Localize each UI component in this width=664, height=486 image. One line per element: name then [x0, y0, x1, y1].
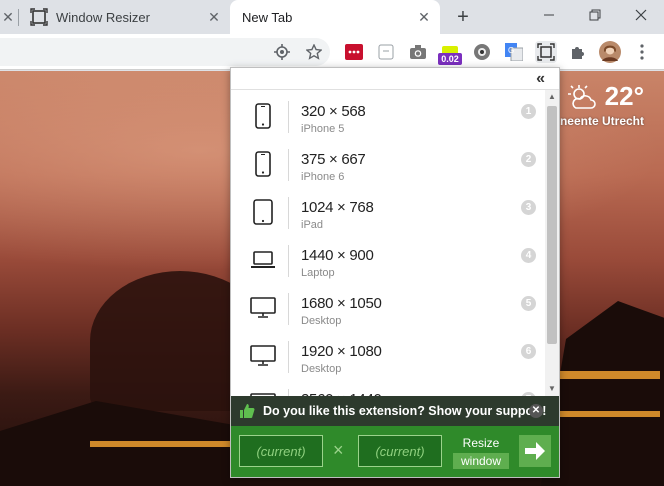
preset-number: 1 [521, 104, 536, 119]
laptop-icon [249, 248, 277, 272]
list-item[interactable]: 2560 × 14407 [231, 378, 546, 396]
resize-bar: × Resize window [231, 426, 559, 477]
list-item[interactable]: 1920 × 1080 Desktop 6 [231, 330, 546, 378]
phone-icon [249, 151, 277, 177]
scrollbar-thumb[interactable] [547, 106, 557, 344]
close-icon[interactable]: ✕ [0, 9, 16, 25]
preset-label: Desktop [301, 315, 342, 327]
thumbs-up-icon [240, 404, 255, 418]
eye-extension-icon[interactable] [471, 41, 493, 63]
preset-number: 3 [521, 200, 536, 215]
collapse-button[interactable]: « [536, 70, 545, 88]
preset-label: Laptop [301, 267, 335, 279]
window-resizer-icon[interactable] [535, 41, 557, 63]
preset-list: 320 × 568 iPhone 5 1 375 × 667 iPhone 6 2 1024… [231, 90, 546, 396]
minimize-button[interactable] [526, 0, 572, 30]
preset-label: iPhone 5 [301, 123, 345, 135]
list-item[interactable]: 1440 × 900 Laptop 4 [231, 234, 546, 282]
window-resizer-icon [30, 8, 48, 26]
close-icon [635, 9, 647, 21]
camera-icon[interactable] [407, 41, 429, 63]
extensions-puzzle-icon[interactable] [567, 41, 589, 63]
browser-toolbar: G [0, 34, 664, 70]
preset-label: iPhone 6 [301, 171, 345, 183]
preset-dimensions: 1024 × 768 [301, 199, 374, 216]
support-text: Do you like this extension? Show your su… [263, 404, 547, 418]
preset-dimensions: 1920 × 1080 [301, 343, 382, 360]
divider [288, 149, 289, 181]
restore-icon [589, 9, 601, 21]
scroll-up-icon[interactable]: ▲ [548, 93, 556, 101]
preset-label: iPad [301, 219, 324, 231]
location-icon[interactable] [271, 41, 293, 63]
preset-number: 5 [521, 296, 536, 311]
divider [288, 197, 289, 229]
temperature: 22° [604, 81, 644, 111]
tab-title: Window Resizer [56, 9, 150, 25]
weather-location: neente Utrecht [559, 114, 644, 128]
menu-dots-icon[interactable] [631, 41, 653, 63]
list-item[interactable]: 1024 × 768 iPad 3 [231, 186, 546, 234]
close-icon[interactable]: ✕ [416, 9, 432, 25]
preset-label: Desktop [301, 363, 342, 375]
extension-badge: 0.02 [438, 53, 462, 65]
tab-window-resizer[interactable]: Window Resizer ✕ [20, 0, 230, 34]
resize-button-label[interactable]: Resize [453, 436, 509, 450]
new-tab-button[interactable]: + [452, 6, 474, 28]
preset-dimensions: 1680 × 1050 [301, 295, 382, 312]
resize-go-button[interactable] [519, 435, 551, 467]
desktop-icon [249, 296, 277, 320]
tab-title: New Tab [242, 9, 293, 25]
preset-number: 4 [521, 248, 536, 263]
close-icon[interactable]: ✕ [529, 404, 543, 418]
tab-new-tab[interactable]: New Tab ✕ [230, 0, 440, 34]
divider [288, 389, 289, 396]
preset-number: 2 [521, 152, 536, 167]
extension-icon[interactable] [375, 41, 397, 63]
height-input[interactable] [358, 435, 442, 467]
list-item[interactable]: 1680 × 1050 Desktop 5 [231, 282, 546, 330]
divider [288, 101, 289, 133]
scroll-down-icon[interactable]: ▼ [548, 385, 556, 393]
tablet-icon [249, 199, 277, 225]
tab-partial[interactable]: ✕ [0, 0, 14, 34]
desktop-icon [249, 344, 277, 368]
width-input[interactable] [239, 435, 323, 467]
support-banner[interactable]: Do you like this extension? Show your su… [231, 396, 559, 426]
restore-button[interactable] [572, 0, 618, 30]
phone-icon [249, 103, 277, 129]
scrollbar[interactable]: ▲ ▼ [545, 90, 559, 396]
weather-widget[interactable]: 22° neente Utrecht [560, 81, 644, 128]
arrow-right-icon [525, 442, 545, 460]
tab-separator [18, 9, 19, 26]
svg-text:G: G [508, 46, 514, 55]
avatar[interactable] [599, 41, 621, 63]
preset-number: 6 [521, 344, 536, 359]
tab-strip: ✕ Window Resizer ✕ New Tab ✕ + [0, 0, 664, 34]
translate-icon[interactable]: G [503, 41, 525, 63]
divider [288, 341, 289, 373]
list-item[interactable]: 375 × 667 iPhone 6 2 [231, 138, 546, 186]
preset-dimensions: 375 × 667 [301, 151, 366, 168]
lantern-lights [560, 371, 660, 379]
popup-header: « [231, 68, 559, 90]
times-symbol: × [333, 440, 344, 460]
close-icon[interactable]: ✕ [206, 9, 222, 25]
lastpass-extension-icon[interactable] [343, 41, 365, 63]
resize-button-sub[interactable]: window [453, 453, 509, 469]
preset-dimensions: 1440 × 900 [301, 247, 374, 264]
minimize-icon [544, 14, 554, 16]
list-item[interactable]: 320 × 568 iPhone 5 1 [231, 90, 546, 138]
lantern-lights [560, 411, 660, 417]
bookmark-star-icon[interactable] [303, 41, 325, 63]
lantern-lights [90, 441, 230, 447]
divider [288, 293, 289, 325]
divider [288, 245, 289, 277]
preset-dimensions: 320 × 568 [301, 103, 366, 120]
partly-cloudy-icon [568, 84, 597, 109]
window-resizer-popup: « 320 × 568 iPhone 5 1 375 × 667 iPhone 6 2 10… [230, 67, 560, 478]
close-window-button[interactable] [618, 0, 664, 30]
